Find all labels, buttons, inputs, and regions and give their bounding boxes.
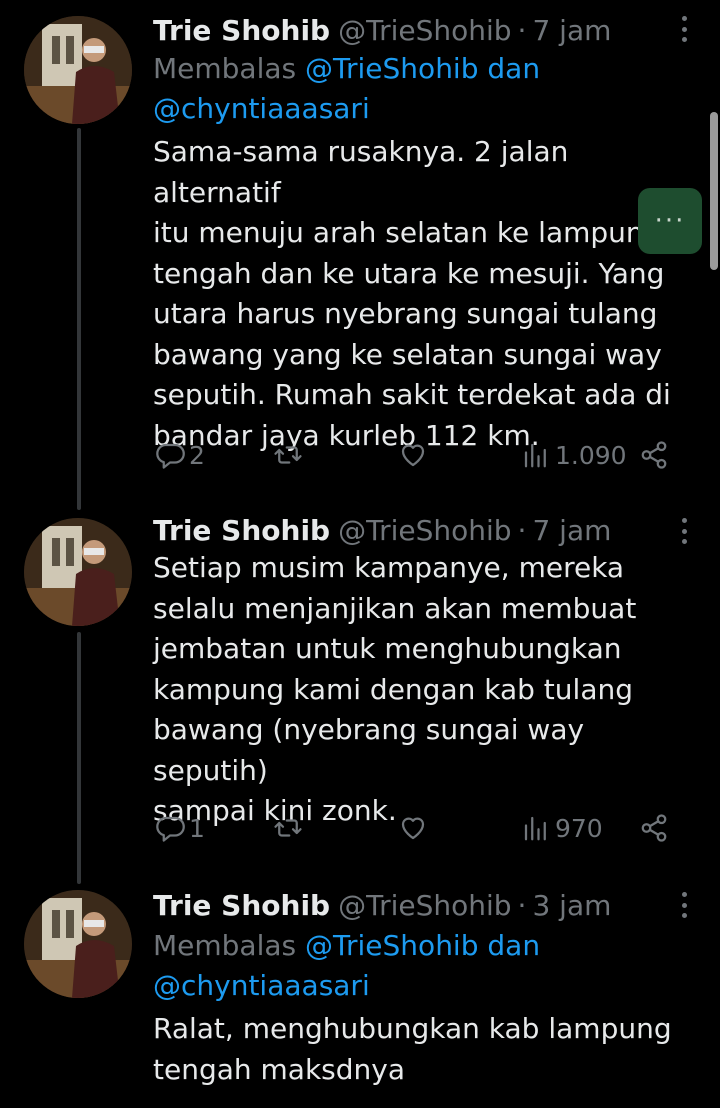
separator: · — [517, 13, 527, 47]
retweet-icon — [274, 446, 302, 464]
reply-mention-link[interactable]: @chyntiaaasari — [153, 969, 370, 1002]
reply-label: Membalas — [153, 929, 297, 962]
retweet-button[interactable] — [273, 808, 303, 848]
reply-context: Membalas @TrieShohib dan @chyntiaaasari — [153, 49, 700, 129]
avatar[interactable] — [24, 16, 132, 124]
author-name[interactable]: Trie Shohib — [153, 514, 330, 547]
author-handle[interactable]: @TrieShohib — [338, 889, 511, 922]
timestamp[interactable]: 7 jam — [532, 514, 611, 547]
reply-icon — [156, 816, 185, 842]
share-icon — [641, 441, 667, 469]
share-button[interactable] — [639, 808, 669, 848]
reply-label: Membalas — [153, 52, 297, 85]
tweet[interactable]: Trie Shohib @TrieShohib · 7 jam Membalas… — [0, 0, 720, 500]
reply-button[interactable]: 1 — [155, 808, 205, 848]
author-handle[interactable]: @TrieShohib — [338, 514, 511, 547]
views-count: 970 — [555, 813, 603, 843]
text-line: bawang yang ke selatan sungai way — [153, 337, 662, 371]
share-button[interactable] — [639, 435, 669, 475]
text-line: kampung kami dengan kab tulang — [153, 672, 633, 706]
retweet-icon — [274, 819, 302, 837]
text-line: bawang (nyebrang sungai way seputih) — [153, 713, 585, 787]
text-line: itu menuju arah selatan ke lampung — [153, 216, 662, 249]
floating-menu-button[interactable]: ··· — [638, 188, 702, 254]
reply-mention-link[interactable]: @chyntiaaasari — [153, 92, 370, 125]
avatar[interactable] — [24, 518, 132, 626]
text-line: Setiap musim kampanye, mereka — [153, 551, 625, 584]
text-line: selalu menjanjikan akan membuat — [153, 591, 637, 625]
views-count: 1.090 — [555, 440, 627, 470]
text-line: Sama-sama rusaknya. 2 jalan alternatif — [153, 135, 569, 209]
text-line: Ralat, menghubungkan kab lampung — [153, 1012, 672, 1045]
text-line: tengah dan ke utara ke mesuji. Yang — [153, 256, 665, 290]
reply-button[interactable]: 2 — [155, 435, 205, 475]
like-icon — [401, 817, 425, 840]
author-name[interactable]: Trie Shohib — [153, 14, 330, 47]
views-button[interactable]: 1.090 — [521, 435, 627, 475]
like-button[interactable] — [398, 435, 428, 475]
reply-mention-link[interactable]: @TrieShohib dan — [305, 52, 540, 85]
tweet-actions: 2 1.090 — [155, 435, 675, 475]
author-name[interactable]: Trie Shohib — [153, 889, 330, 922]
text-line: seputih. Rumah sakit terdekat ada di — [153, 378, 671, 411]
tweet-actions: 1 970 — [155, 808, 675, 848]
separator: · — [517, 513, 527, 547]
like-button[interactable] — [398, 808, 428, 848]
timestamp[interactable]: 3 jam — [532, 889, 611, 922]
views-button[interactable]: 970 — [521, 808, 603, 848]
text-line: jembatan untuk menghubungkan — [153, 632, 622, 665]
author-handle[interactable]: @TrieShohib — [338, 14, 511, 47]
reply-context: Membalas @TrieShohib dan @chyntiaaasari — [153, 926, 700, 1006]
more-icon[interactable] — [674, 14, 694, 44]
views-icon — [524, 443, 546, 468]
share-icon — [641, 814, 667, 842]
retweet-button[interactable] — [273, 435, 303, 475]
avatar[interactable] — [24, 890, 132, 998]
timestamp[interactable]: 7 jam — [532, 14, 611, 47]
reply-mention-link[interactable]: @TrieShohib dan — [305, 929, 540, 962]
scrollbar[interactable] — [710, 112, 718, 270]
tweet-text: Ralat, menghubungkan kab lampung tengah … — [153, 1009, 700, 1090]
text-line: utara harus nyebrang sungai tulang — [153, 297, 658, 330]
tweet[interactable]: Trie Shohib @TrieShohib · 3 jam Membalas… — [0, 880, 720, 1108]
text-line: tengah maksdnya — [153, 1052, 406, 1086]
tweet[interactable]: Trie Shohib @TrieShohib · 7 jam Setiap m… — [0, 500, 720, 880]
views-icon — [524, 816, 546, 841]
reply-icon — [156, 443, 185, 469]
more-icon[interactable] — [674, 890, 694, 920]
separator: · — [517, 888, 527, 922]
reply-count: 2 — [189, 440, 205, 470]
ellipsis-icon: ··· — [654, 206, 686, 236]
tweet-text: Sama-sama rusaknya. 2 jalan alternatif i… — [153, 132, 700, 456]
tweet-text: Setiap musim kampanye, mereka selalu men… — [153, 548, 700, 832]
reply-count: 1 — [189, 813, 205, 843]
like-icon — [401, 444, 425, 467]
more-icon[interactable] — [674, 516, 694, 546]
